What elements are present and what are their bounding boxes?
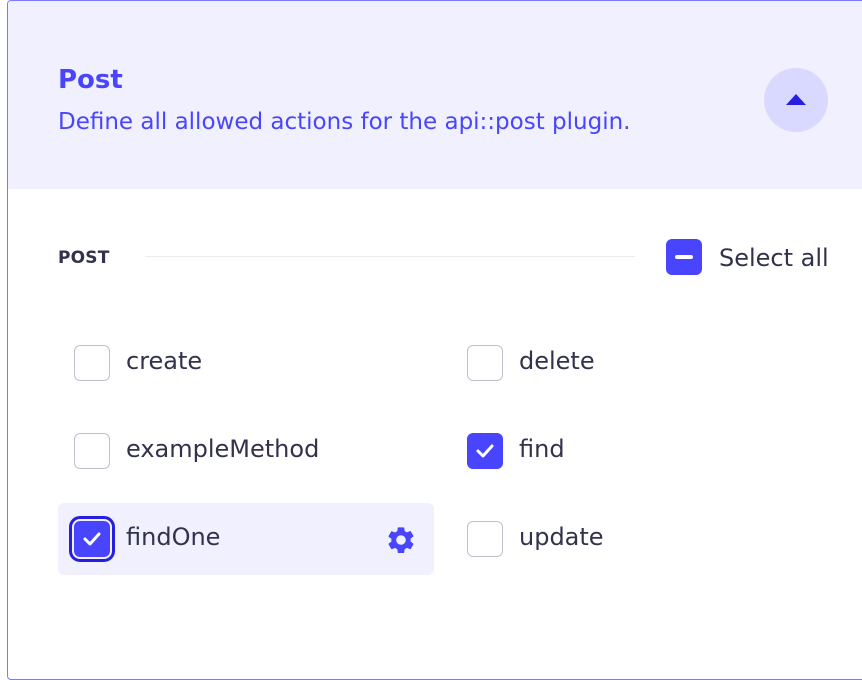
checkbox-delete[interactable]	[467, 345, 503, 381]
action-label-delete: delete	[519, 347, 595, 375]
action-update[interactable]: update	[451, 503, 827, 575]
checkbox-exampleMethod[interactable]	[74, 433, 110, 469]
action-label-exampleMethod: exampleMethod	[126, 435, 320, 463]
check-icon	[83, 532, 101, 546]
checkbox-findOne[interactable]	[69, 516, 115, 562]
panel-title: Post	[58, 65, 123, 95]
checkbox-create[interactable]	[74, 345, 110, 381]
gear-icon[interactable]	[385, 524, 417, 556]
minus-icon	[675, 255, 693, 259]
chevron-up-icon	[786, 94, 806, 105]
action-findOne[interactable]: findOne	[58, 503, 434, 575]
check-icon	[476, 444, 494, 458]
section-label: POST	[58, 248, 110, 268]
action-find[interactable]: find	[451, 415, 827, 487]
permissions-panel: Post Define all allowed actions for the …	[7, 0, 862, 680]
checkbox-update[interactable]	[467, 521, 503, 557]
collapse-button[interactable]	[764, 68, 828, 132]
action-label-create: create	[126, 347, 203, 375]
action-label-update: update	[519, 523, 604, 551]
action-label-find: find	[519, 435, 565, 463]
action-create[interactable]: create	[58, 327, 434, 399]
action-delete[interactable]: delete	[451, 327, 827, 399]
panel-header[interactable]: Post Define all allowed actions for the …	[8, 1, 862, 189]
checkbox-find[interactable]	[467, 433, 503, 469]
indeterminate-checkbox[interactable]	[666, 239, 702, 275]
select-all-label: Select all	[719, 244, 829, 272]
action-exampleMethod[interactable]: exampleMethod	[58, 415, 434, 487]
action-label-findOne: findOne	[126, 523, 221, 551]
panel-subtitle: Define all allowed actions for the api::…	[58, 109, 631, 135]
section-divider	[145, 256, 635, 257]
